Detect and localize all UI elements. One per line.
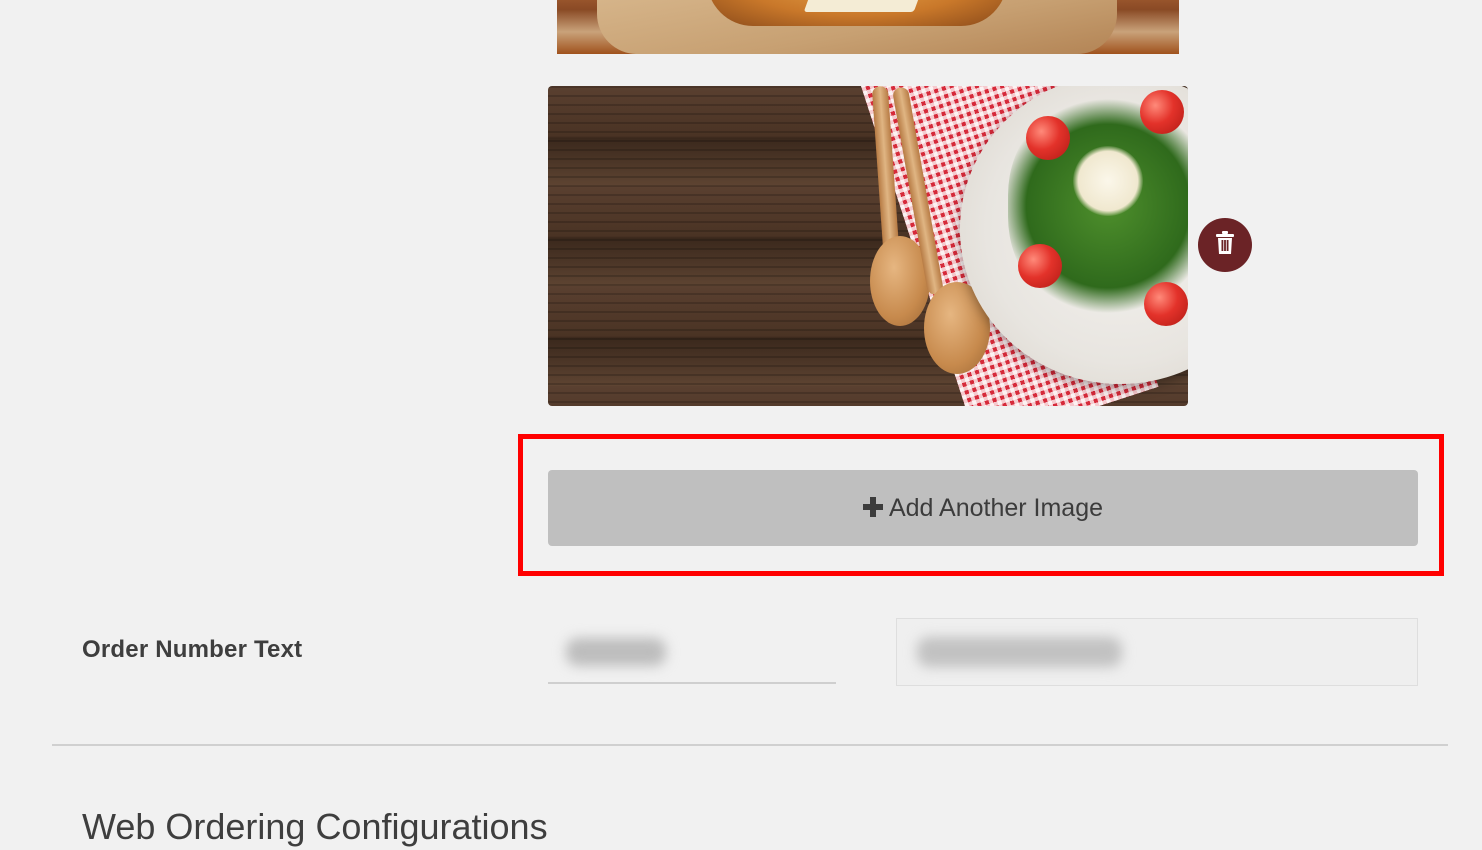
add-another-image-button[interactable]: Add Another Image (548, 470, 1418, 546)
redacted-value (566, 638, 666, 666)
image-preview-burger (557, 0, 1179, 54)
cheese-topping (1073, 146, 1143, 216)
tomato (1144, 282, 1188, 326)
tomato (1018, 244, 1062, 288)
image-preview-salad (548, 86, 1188, 406)
section-title: Web Ordering Configurations (82, 806, 548, 847)
trash-icon (1214, 231, 1236, 259)
add-another-image-label: Add Another Image (888, 493, 1104, 522)
order-number-text-input[interactable] (896, 618, 1418, 686)
order-number-prefix-input[interactable] (548, 620, 836, 684)
tomato (1026, 116, 1070, 160)
section-divider (52, 744, 1448, 746)
page: Add Another Image Order Number Text Web … (0, 0, 1482, 850)
tomato (1140, 90, 1184, 134)
order-number-label: Order Number Text (82, 636, 303, 663)
plus-icon (862, 493, 883, 523)
cheese-shape (803, 0, 921, 12)
delete-image-button[interactable] (1198, 218, 1252, 272)
redacted-value (917, 637, 1122, 667)
